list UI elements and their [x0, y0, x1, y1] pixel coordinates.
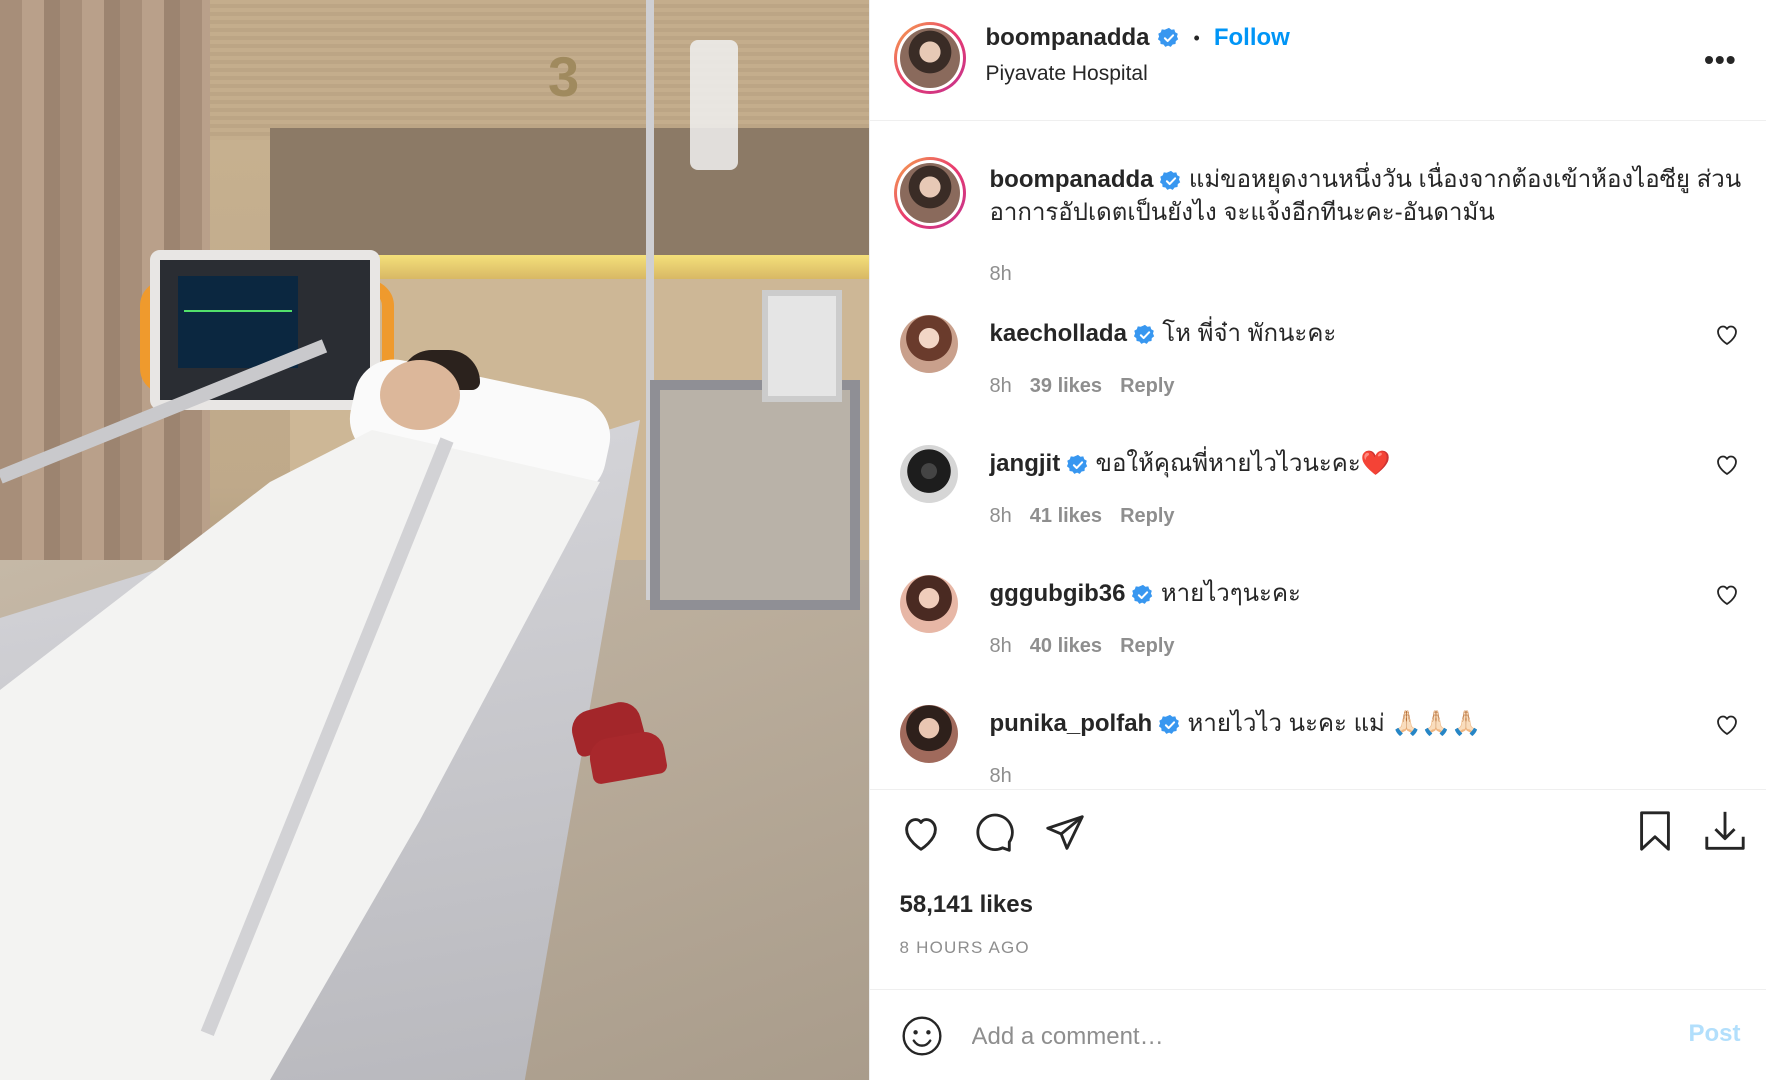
comment-text: หายไวไว นะคะ แม่ 🙏🏻🙏🏻🙏🏻 [1187, 710, 1482, 737]
comment-text: หายไวๆนะคะ [1160, 580, 1301, 607]
follow-button[interactable]: Follow [1214, 24, 1290, 52]
commenter-avatar[interactable] [899, 315, 958, 373]
verified-badge-icon [1160, 170, 1181, 190]
comment-like-heart-icon[interactable] [1716, 455, 1738, 475]
share-send-icon[interactable] [1042, 810, 1088, 856]
comment-like-heart-icon[interactable] [1716, 585, 1738, 605]
caption-username[interactable]: boompanadda [990, 166, 1154, 193]
comment-likes[interactable]: 41 likes [1030, 505, 1102, 527]
verified-badge-icon [1157, 27, 1178, 47]
photo-vital-monitor [150, 250, 380, 410]
post-timestamp[interactable]: 8 HOURS AGO [900, 938, 1030, 958]
commenter-username[interactable]: jangjit [990, 450, 1061, 477]
photo-wall [210, 0, 869, 140]
comment-meta: 8h [990, 765, 1048, 788]
comment-time[interactable]: 8h [990, 375, 1012, 397]
verified-badge-icon [1133, 324, 1154, 344]
post-side-panel: boompanadda • Follow Piyavate Hospital •… [868, 0, 1766, 1081]
verified-badge-icon [1066, 454, 1088, 474]
comment-body: kaechollada โห พี่จ๋า พักนะคะ [990, 317, 1337, 350]
comment-time[interactable]: 8h [990, 765, 1012, 787]
comment-meta: 8h 39 likes Reply [990, 375, 1175, 398]
like-heart-icon[interactable] [898, 810, 944, 856]
comment-input[interactable] [969, 1014, 1614, 1060]
verified-badge-icon [1158, 714, 1180, 734]
post-actions: 58,141 likes 8 HOURS AGO [869, 789, 1766, 990]
like-count[interactable]: 58,141 likes [900, 891, 1033, 919]
comment-time[interactable]: 8h [990, 505, 1012, 527]
emoji-smile-icon[interactable] [900, 1014, 944, 1058]
save-bookmark-icon[interactable] [1632, 808, 1678, 854]
comment-composer: Post [869, 989, 1766, 1081]
comment-like-heart-icon[interactable] [1716, 325, 1738, 345]
post-photo[interactable]: 3 [0, 0, 869, 1080]
download-icon[interactable] [1702, 808, 1748, 854]
photo-face [380, 360, 460, 430]
author-username[interactable]: boompanadda [986, 24, 1150, 52]
comment-reply-button[interactable]: Reply [1120, 375, 1174, 397]
comment-reply-button[interactable]: Reply [1120, 635, 1174, 657]
caption: boompanadda แม่ขอหยุดงานหนึ่งวัน เนื่องจ… [990, 163, 1750, 229]
header-separator: • [1193, 27, 1200, 48]
comment-like-heart-icon[interactable] [1716, 715, 1738, 735]
comment-body: jangjit ขอให้คุณพี่หายไวไวนะคะ❤️ [990, 447, 1391, 480]
comment-text: ขอให้คุณพี่หายไวไวนะคะ❤️ [1095, 450, 1391, 477]
caption-text-line1: แม่ขอหยุดงานหนึ่งวัน เนื่องจากต้องเข้าห้… [1188, 166, 1742, 193]
comment-meta: 8h 41 likes Reply [990, 505, 1175, 528]
comment-reply-button[interactable]: Reply [1120, 505, 1174, 527]
author-avatar[interactable] [899, 28, 960, 88]
commenter-avatar[interactable] [899, 445, 958, 503]
commenter-username[interactable]: kaechollada [990, 320, 1127, 347]
commenter-avatar[interactable] [899, 575, 958, 633]
commenter-avatar[interactable] [899, 705, 958, 763]
comment-likes[interactable]: 39 likes [1030, 375, 1102, 397]
post-location[interactable]: Piyavate Hospital [986, 62, 1148, 86]
photo-iv-bag [690, 40, 738, 170]
more-options-icon[interactable]: ••• [1704, 44, 1736, 76]
verified-badge-icon [1132, 584, 1153, 604]
comment-meta: 8h 40 likes Reply [990, 635, 1175, 658]
comment-likes[interactable]: 40 likes [1030, 635, 1102, 657]
caption-text-line2: อาการอัปเดตเป็นยังไง จะแจ้งอีกทีนะคะ-อัน… [989, 199, 1495, 226]
post-comment-button[interactable]: Post [1689, 1020, 1741, 1048]
post-header: boompanadda • Follow Piyavate Hospital •… [869, 0, 1766, 121]
commenter-username[interactable]: punika_polfah [990, 710, 1153, 737]
comment-time[interactable]: 8h [990, 635, 1012, 657]
comments-list[interactable]: boompanadda แม่ขอหยุดงานหนึ่งวัน เนื่องจ… [870, 121, 1766, 789]
comment-body: gggubgib36 หายไวๆนะคะ [990, 577, 1301, 610]
comment-text: โห พี่จ๋า พักนะคะ [1162, 320, 1337, 347]
caption-avatar[interactable] [899, 163, 960, 223]
commenter-username[interactable]: gggubgib36 [990, 580, 1126, 607]
photo-cart [650, 380, 860, 610]
photo-room-number: 3 [548, 45, 580, 108]
comment-bubble-icon[interactable] [970, 810, 1016, 856]
photo-wall-panel [270, 128, 869, 258]
comment-body: punika_polfah หายไวไว นะคะ แม่ 🙏🏻🙏🏻🙏🏻 [990, 707, 1482, 740]
caption-time[interactable]: 8h [990, 263, 1012, 286]
photo-cart-monitor [762, 290, 842, 402]
